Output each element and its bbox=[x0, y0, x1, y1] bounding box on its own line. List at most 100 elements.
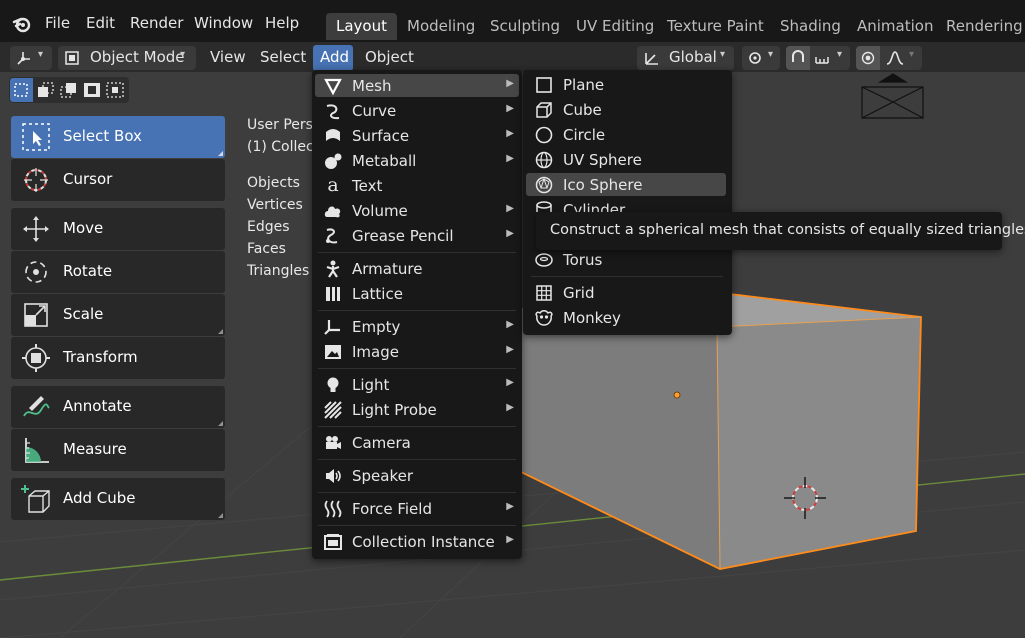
transform-orientation-dropdown[interactable]: Global ▾ bbox=[637, 46, 734, 70]
light-probe-icon bbox=[324, 401, 342, 419]
submenu-arrow-icon: ▶ bbox=[506, 153, 514, 164]
view-name-label: User Persp bbox=[247, 117, 322, 133]
select-intersect-icon[interactable] bbox=[106, 82, 124, 98]
tool-cursor[interactable]: Cursor bbox=[11, 159, 225, 201]
menu-item-label: Lattice bbox=[352, 285, 403, 303]
mesh-item-plane[interactable]: Plane bbox=[526, 73, 726, 96]
menu-separator bbox=[318, 525, 516, 526]
annotate-icon bbox=[23, 396, 50, 417]
tab-rendering[interactable]: Rendering bbox=[936, 13, 1025, 40]
menu-edit[interactable]: Edit bbox=[86, 14, 115, 32]
menu-separator bbox=[318, 426, 516, 427]
grease-pencil-icon bbox=[326, 228, 338, 244]
mesh-item-torus[interactable]: Torus bbox=[526, 248, 726, 271]
proportional-toggle[interactable] bbox=[856, 46, 880, 70]
add-menu-item-volume[interactable]: Volume ▶ bbox=[315, 199, 519, 222]
stat-triangles-label: Triangles bbox=[247, 263, 310, 279]
add-menu-item-mesh[interactable]: Mesh ▶ bbox=[315, 74, 519, 97]
tool-label: Cursor bbox=[63, 170, 113, 188]
mesh-item-cube[interactable]: Cube bbox=[526, 98, 726, 121]
header-menu-view[interactable]: View bbox=[210, 48, 246, 66]
menu-item-label: Force Field bbox=[352, 500, 432, 518]
mesh-item-monkey[interactable]: Monkey bbox=[526, 306, 726, 329]
tool-scale[interactable]: Scale bbox=[11, 294, 225, 336]
chevron-down-icon: ▾ bbox=[720, 49, 726, 60]
tab-uv-editing[interactable]: UV Editing bbox=[566, 13, 664, 40]
mesh-item-grid[interactable]: Grid bbox=[526, 281, 726, 304]
tool-move[interactable]: Move bbox=[11, 208, 225, 250]
add-menu-item-light[interactable]: Light ▶ bbox=[315, 373, 519, 396]
header-menu-object[interactable]: Object bbox=[365, 48, 414, 66]
menu-item-label: Cylinder bbox=[563, 201, 626, 212]
menu-item-label: Plane bbox=[563, 76, 605, 94]
add-menu-item-grease-pencil[interactable]: Grease Pencil ▶ bbox=[315, 224, 519, 247]
pivot-icon bbox=[749, 52, 761, 64]
scale-icon bbox=[24, 303, 48, 327]
menu-help[interactable]: Help bbox=[265, 14, 299, 32]
header-menu-select[interactable]: Select bbox=[260, 48, 306, 66]
tool-annotate[interactable]: Annotate bbox=[11, 386, 225, 428]
camera-object bbox=[861, 73, 924, 119]
menu-item-label: Camera bbox=[352, 434, 411, 452]
menu-item-label: Collection Instance bbox=[352, 533, 495, 551]
menu-window[interactable]: Window bbox=[194, 14, 253, 32]
snapping-controls[interactable]: ▾ bbox=[786, 46, 850, 70]
blender-logo-icon[interactable] bbox=[12, 14, 32, 34]
select-extend-icon[interactable] bbox=[37, 82, 55, 98]
add-menu-item-image[interactable]: Image ▶ bbox=[315, 340, 519, 363]
mesh-item-cylinder[interactable]: Cylinder bbox=[526, 198, 726, 212]
menu-separator bbox=[318, 310, 516, 311]
add-menu-item-speaker[interactable]: Speaker bbox=[315, 464, 519, 487]
tab-modeling[interactable]: Modeling bbox=[397, 13, 485, 40]
tab-animation[interactable]: Animation bbox=[847, 13, 943, 40]
add-menu-item-empty[interactable]: Empty ▶ bbox=[315, 315, 519, 338]
mesh-item-ico-sphere[interactable]: Ico Sphere bbox=[526, 173, 726, 196]
select-subtract-icon[interactable] bbox=[60, 82, 78, 98]
mode-selector[interactable]: Object Mode ▾ bbox=[58, 46, 196, 70]
menu-file[interactable]: File bbox=[45, 14, 70, 32]
tool-add-cube[interactable]: Add Cube bbox=[11, 478, 225, 520]
select-invert-icon[interactable] bbox=[83, 82, 101, 98]
plane-icon bbox=[536, 77, 552, 93]
tab-sculpting[interactable]: Sculpting bbox=[480, 13, 570, 40]
add-menu-item-light-probe[interactable]: Light Probe ▶ bbox=[315, 398, 519, 421]
selection-mode-bar bbox=[9, 77, 129, 103]
pivot-point-dropdown[interactable]: ▾ bbox=[742, 46, 780, 70]
orientation-icon bbox=[645, 53, 658, 65]
mesh-item-uv-sphere[interactable]: UV Sphere bbox=[526, 148, 726, 171]
add-menu-item-text[interactable]: a Text bbox=[315, 174, 519, 197]
select-new-button[interactable] bbox=[10, 78, 33, 102]
mesh-item-circle[interactable]: Circle bbox=[526, 123, 726, 146]
stat-edges-label: Edges bbox=[247, 219, 290, 235]
menu-render[interactable]: Render bbox=[130, 14, 183, 32]
tool-options-corner bbox=[218, 513, 223, 518]
tool-measure[interactable]: Measure bbox=[11, 429, 225, 471]
armature-icon bbox=[326, 260, 340, 278]
header-menu-add-active[interactable]: Add bbox=[313, 45, 353, 71]
add-menu-item-force-field[interactable]: Force Field ▶ bbox=[315, 497, 519, 520]
stat-faces-label: Faces bbox=[247, 241, 286, 257]
add-menu-item-metaball[interactable]: Metaball ▶ bbox=[315, 149, 519, 172]
tool-transform[interactable]: Transform bbox=[11, 337, 225, 379]
menu-item-label: Grid bbox=[563, 284, 595, 302]
tool-rotate[interactable]: Rotate bbox=[11, 251, 225, 293]
menu-item-label: Empty bbox=[352, 318, 401, 336]
collection-label: (1) Collec bbox=[247, 139, 314, 155]
tab-layout[interactable]: Layout bbox=[326, 13, 397, 40]
snap-toggle[interactable] bbox=[786, 46, 810, 70]
add-menu-item-surface[interactable]: Surface ▶ bbox=[315, 124, 519, 147]
add-menu-item-armature[interactable]: Armature bbox=[315, 257, 519, 280]
tool-options-corner bbox=[218, 329, 223, 334]
editor-type-button[interactable]: ▾ bbox=[10, 46, 52, 70]
add-menu-item-camera[interactable]: Camera bbox=[315, 431, 519, 454]
add-menu-item-collection-instance[interactable]: Collection Instance ▶ bbox=[315, 530, 519, 553]
stat-objects-label: Objects bbox=[247, 175, 300, 191]
tab-shading[interactable]: Shading bbox=[770, 13, 851, 40]
add-menu: Mesh ▶ Curve ▶ Surface ▶ Metaball ▶ a Te… bbox=[312, 70, 522, 559]
tool-select-box[interactable]: Select Box bbox=[11, 116, 225, 158]
image-icon bbox=[325, 345, 341, 359]
proportional-editing-controls[interactable]: ▾ bbox=[856, 46, 922, 70]
add-menu-item-curve[interactable]: Curve ▶ bbox=[315, 99, 519, 122]
add-menu-item-lattice[interactable]: Lattice bbox=[315, 282, 519, 305]
tab-texture-paint[interactable]: Texture Paint bbox=[657, 13, 774, 40]
